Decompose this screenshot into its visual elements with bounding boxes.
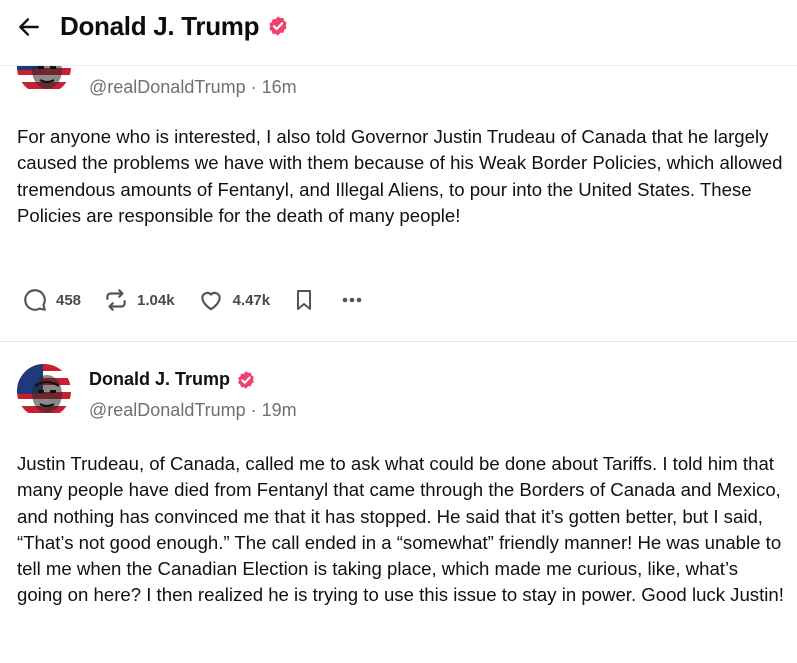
post-author[interactable]: Donald J. Trump [89,369,256,390]
more-options-button[interactable] [338,287,366,313]
retruth-icon [106,289,126,311]
verified-badge-icon [269,16,287,36]
reply-button[interactable]: 458 [22,287,81,313]
like-count: 4.47k [232,291,271,309]
page-title: Donald J. Trump [60,10,289,42]
profile-header: Donald J. Trump [0,0,797,66]
retruth-count: 1.04k [137,291,175,309]
reply-count: 458 [56,291,82,309]
back-arrow-icon [19,18,39,36]
like-button[interactable]: 4.47k [197,287,271,313]
post-handle-time: @realDonaldTrump · 16m [89,77,297,97]
page-title-text: Donald J. Trump [60,11,260,41]
back-button[interactable] [14,12,44,42]
post-card[interactable]: Donald J. Trump @realDonaldTrump · 19m J… [0,343,797,663]
author-name: Donald J. Trump [89,369,231,389]
post-card[interactable]: @realDonaldTrump · 16m For anyone who is… [0,40,797,342]
avatar-image [17,364,71,418]
verified-badge-icon [238,370,254,389]
profile-feed-page: Donald J. Trump @realDonaldTrump · 16m F… [0,0,797,663]
post-text: For anyone who is interested, I also tol… [17,126,783,226]
reply-icon [24,289,46,311]
post-actions: 458 1.04k 4.47k [22,285,388,315]
retruth-button[interactable]: 1.04k [103,287,175,313]
more-icon [342,297,362,303]
like-icon [200,291,221,311]
avatar[interactable] [17,364,71,418]
bookmark-icon [297,290,312,310]
bookmark-button[interactable] [292,287,316,313]
post-text: Justin Trudeau, of Canada, called me to … [17,453,784,606]
post-handle-time: @realDonaldTrump · 19m [89,400,297,420]
